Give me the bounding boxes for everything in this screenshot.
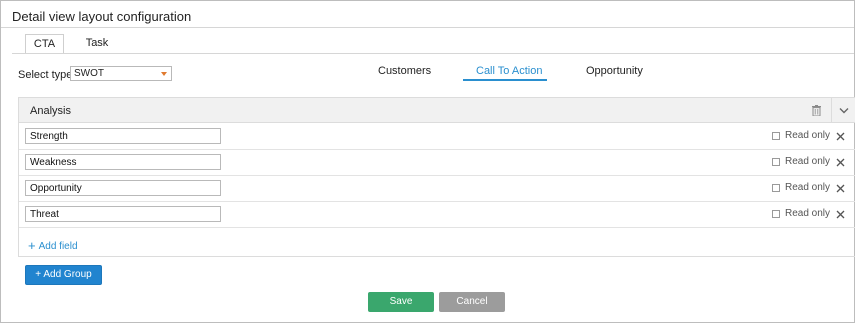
read-only-checkbox[interactable]	[772, 184, 780, 192]
field-name-input[interactable]	[25, 128, 221, 144]
add-field-link[interactable]: + Add field	[28, 237, 78, 253]
close-icon[interactable]	[836, 210, 845, 219]
field-name-input[interactable]	[25, 180, 221, 196]
group-header: Analysis	[19, 98, 855, 123]
read-only-label: Read only	[785, 156, 831, 167]
field-name-input[interactable]	[25, 206, 221, 222]
add-group-button[interactable]: + Add Group	[25, 265, 102, 285]
read-only-checkbox[interactable]	[772, 132, 780, 140]
select-type-label: Select type:	[18, 69, 76, 81]
select-type-dropdown[interactable]: SWOT	[70, 66, 172, 81]
group-collapse-button[interactable]	[831, 98, 855, 123]
group-title: Analysis	[30, 105, 71, 117]
dialog-window: Detail view layout configuration CTA Tas…	[0, 0, 855, 323]
close-icon[interactable]	[836, 132, 845, 141]
tab-task[interactable]: Task	[77, 34, 117, 54]
read-only-label: Read only	[785, 130, 831, 141]
page-title: Detail view layout configuration	[12, 9, 192, 24]
tab-cta[interactable]: CTA	[25, 34, 64, 54]
caret-down-icon	[161, 72, 167, 76]
read-only-label: Read only	[785, 208, 831, 219]
tabs-divider	[12, 53, 854, 54]
read-only-label: Read only	[785, 182, 831, 193]
subnav-active-indicator	[463, 79, 547, 81]
cancel-button[interactable]: Cancel	[439, 292, 505, 312]
select-type-value: SWOT	[74, 68, 104, 79]
close-icon[interactable]	[836, 158, 845, 167]
read-only-checkbox[interactable]	[772, 158, 780, 166]
subnav-opportunity[interactable]: Opportunity	[586, 65, 643, 77]
title-divider	[1, 27, 854, 28]
close-icon[interactable]	[836, 184, 845, 193]
field-name-input[interactable]	[25, 154, 221, 170]
read-only-checkbox[interactable]	[772, 210, 780, 218]
field-row: Read only	[19, 150, 855, 176]
field-row: Read only	[19, 202, 855, 228]
trash-icon[interactable]	[812, 105, 821, 116]
subnav-customers[interactable]: Customers	[378, 65, 431, 77]
subnav-call-to-action[interactable]: Call To Action	[476, 65, 542, 77]
add-field-label: Add field	[38, 241, 78, 252]
field-row: Read only	[19, 176, 855, 202]
chevron-down-icon	[839, 108, 849, 114]
plus-icon: +	[28, 238, 36, 253]
field-group: Analysis Read only	[18, 97, 855, 257]
field-row: Read only	[19, 124, 855, 150]
save-button[interactable]: Save	[368, 292, 434, 312]
